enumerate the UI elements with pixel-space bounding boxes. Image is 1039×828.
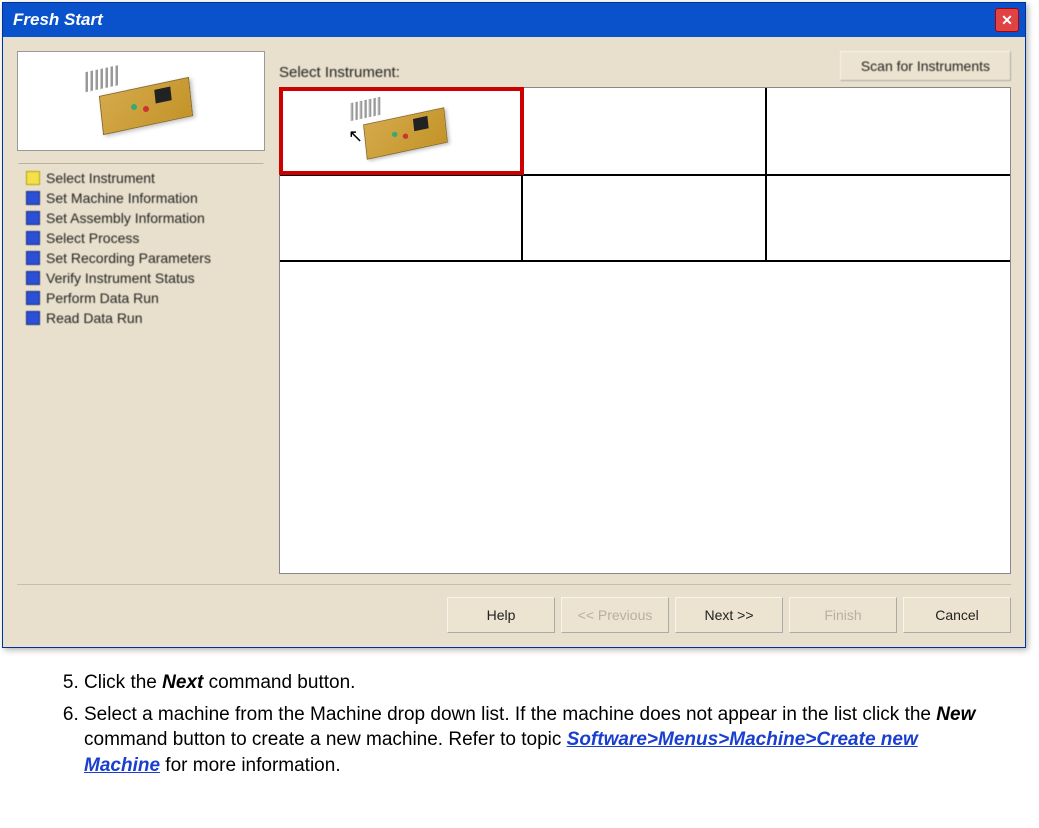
dialog-window: Fresh Start ✕ [2,2,1026,648]
step-set-assembly-info[interactable]: Set Assembly Information [22,208,260,228]
instruction-item: Click the Next command button. [84,670,989,696]
help-button[interactable]: Help [447,597,555,633]
step-label: Set Assembly Information [46,210,205,226]
finish-button[interactable]: Finish [789,597,897,633]
bold-text: New [936,704,975,725]
left-column: Select Instrument Set Machine Informatio… [17,51,265,574]
step-label: Set Recording Parameters [46,250,211,266]
instruction-text: Click the Next command button. Select a … [0,650,1039,805]
instrument-grid-panel: ↖ [279,87,1011,574]
preview-panel [17,51,265,151]
instrument-cell[interactable] [767,174,1010,260]
step-verify-instrument-status[interactable]: Verify Instrument Status [22,268,260,288]
step-label: Set Machine Information [46,190,198,206]
scan-for-instruments-button[interactable]: Scan for Instruments [840,51,1011,81]
step-set-recording-params[interactable]: Set Recording Parameters [22,248,260,268]
right-header: Select Instrument: Scan for Instruments [279,51,1011,87]
wizard-step-list: Select Instrument Set Machine Informatio… [17,163,265,574]
bullet-icon [26,271,40,285]
previous-button[interactable]: << Previous [561,597,669,633]
main-area: Select Instrument Set Machine Informatio… [17,51,1011,574]
titlebar[interactable]: Fresh Start ✕ [3,3,1025,37]
step-read-data-run[interactable]: Read Data Run [22,308,260,328]
bullet-icon [26,291,40,305]
step-label: Verify Instrument Status [46,270,195,286]
bullet-icon [26,231,40,245]
bold-text: Next [162,672,203,693]
step-perform-data-run[interactable]: Perform Data Run [22,288,260,308]
instruction-item: Select a machine from the Machine drop d… [84,702,989,779]
button-row: Help << Previous Next >> Finish Cancel [17,584,1011,633]
step-label: Perform Data Run [46,290,159,306]
circuit-board-icon [81,66,201,136]
dialog-body: Select Instrument Set Machine Informatio… [3,37,1025,647]
instrument-cell[interactable] [767,88,1010,174]
step-label: Read Data Run [46,310,143,326]
select-instrument-label: Select Instrument: [279,64,400,81]
next-button[interactable]: Next >> [675,597,783,633]
instrument-grid: ↖ [280,88,1010,262]
instrument-cell[interactable]: ↖ [280,88,523,174]
step-select-instrument[interactable]: Select Instrument [22,168,260,188]
right-column: Select Instrument: Scan for Instruments [279,51,1011,574]
bullet-icon [26,171,40,185]
step-label: Select Process [46,230,139,246]
step-label: Select Instrument [46,170,155,186]
bullet-icon [26,211,40,225]
bullet-icon [26,191,40,205]
cursor-icon: ↖ [348,126,363,147]
cancel-button[interactable]: Cancel [903,597,1011,633]
step-set-machine-info[interactable]: Set Machine Information [22,188,260,208]
step-select-process[interactable]: Select Process [22,228,260,248]
window-title: Fresh Start [13,10,103,30]
bullet-icon [26,311,40,325]
instrument-cell[interactable] [523,88,766,174]
instrument-cell[interactable] [523,174,766,260]
instrument-cell[interactable] [280,174,523,260]
bullet-icon [26,251,40,265]
close-icon[interactable]: ✕ [995,8,1019,32]
